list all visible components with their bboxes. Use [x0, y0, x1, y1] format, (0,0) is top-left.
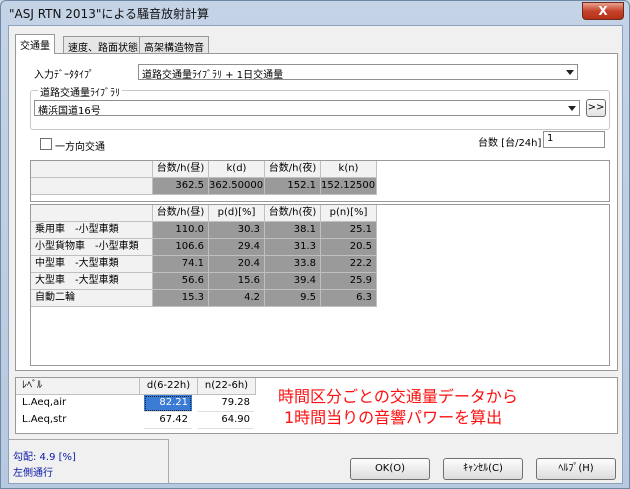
traffic-panel: 入力ﾃﾞｰﾀﾀｲﾌﾟ 道路交通量ﾗｲﾌﾞﾗﾘ + 1日交通量 道路交通量ﾗｲﾌﾞ… — [15, 53, 618, 371]
level-header: n(22-6h) — [198, 378, 256, 395]
ok-button[interactable]: OK(O) — [350, 458, 430, 480]
close-button[interactable]: X — [582, 2, 624, 20]
dialog-window: "ASJ RTN 2013"による騒音放射計算 X 交通量 速度、路面状態 高架… — [0, 0, 630, 489]
input-data-type-label: 入力ﾃﾞｰﾀﾀｲﾌﾟ — [34, 70, 94, 81]
chevron-down-icon — [568, 106, 576, 111]
annotation-line-1: 時間区分ごとの交通量データから — [278, 387, 518, 406]
class-row-label: 乗用車 -小型車類 — [31, 222, 153, 239]
summary-value[interactable]: 362.5 — [153, 178, 209, 195]
class-value[interactable]: 110.0 — [153, 222, 209, 239]
gradient-status: 勾配: 4.9 [%] — [13, 452, 76, 463]
vehicle-count-input[interactable]: 1 — [543, 131, 605, 148]
input-data-type-select[interactable]: 道路交通量ﾗｲﾌﾞﾗﾘ + 1日交通量 — [138, 64, 578, 81]
tab-traffic-volume[interactable]: 交通量 — [15, 34, 55, 54]
level-value[interactable]: 67.42 — [144, 412, 192, 429]
class-value[interactable]: 20.4 — [209, 256, 265, 273]
one-way-label: 一方向交通 — [55, 142, 105, 153]
class-header: 台数/h(昼) — [153, 205, 209, 222]
class-row-label: 自動二輪 — [31, 290, 153, 307]
class-value[interactable]: 25.9 — [321, 273, 377, 290]
class-value[interactable]: 106.6 — [153, 239, 209, 256]
level-row-label: L.Aeq,str — [22, 414, 67, 425]
summary-header: 台数/h(夜) — [265, 161, 321, 178]
tab-elevated-structure-noise[interactable]: 高架構造物音 — [139, 36, 209, 54]
class-value[interactable]: 25.1 — [321, 222, 377, 239]
input-data-type-value: 道路交通量ﾗｲﾌﾞﾗﾘ + 1日交通量 — [142, 70, 284, 81]
summary-value[interactable]: 152.12500 — [321, 178, 377, 195]
summary-value[interactable]: 152.1 — [265, 178, 321, 195]
class-row-label: 大型車 -大型車類 — [31, 273, 153, 290]
class-header: p(n)[%] — [321, 205, 377, 222]
vehicle-class-table: 台数/h(昼) p(d)[%] 台数/h(夜) p(n)[%] 乗用車 -小型車… — [30, 204, 610, 366]
level-row-label: L.Aeq,air — [22, 397, 67, 408]
level-value-selected[interactable]: 82.21 — [144, 395, 192, 412]
class-value[interactable]: 31.3 — [265, 239, 321, 256]
class-value[interactable]: 20.5 — [321, 239, 377, 256]
class-header: 台数/h(夜) — [265, 205, 321, 222]
window-title: "ASJ RTN 2013"による騒音放射計算 — [9, 7, 209, 21]
class-value[interactable]: 6.3 — [321, 290, 377, 307]
title-bar[interactable]: "ASJ RTN 2013"による騒音放射計算 X — [1, 1, 629, 25]
library-value: 横浜国道16号 — [38, 106, 101, 117]
class-value[interactable]: 22.2 — [321, 256, 377, 273]
dialog-client: 交通量 速度、路面状態 高架構造物音 入力ﾃﾞｰﾀﾀｲﾌﾟ 道路交通量ﾗｲﾌﾞﾗ… — [8, 25, 623, 484]
annotation-line-2: 1時間当りの音響パワーを算出 — [284, 408, 503, 427]
summary-value[interactable]: 362.50000 — [209, 178, 265, 195]
class-value[interactable]: 4.2 — [209, 290, 265, 307]
class-value[interactable]: 15.6 — [209, 273, 265, 290]
level-value[interactable]: 64.90 — [198, 412, 254, 429]
library-select[interactable]: 横浜国道16号 — [34, 100, 580, 117]
library-group-label: 道路交通量ﾗｲﾌﾞﾗﾘ — [38, 84, 122, 99]
class-value[interactable]: 38.1 — [265, 222, 321, 239]
level-panel: ﾚﾍﾞﾙ d(6-22h) n(22-6h) L.Aeq,air 82.21 7… — [15, 377, 618, 434]
level-header: d(6-22h) — [140, 378, 198, 395]
one-way-checkbox[interactable] — [40, 138, 52, 150]
summary-header: k(n) — [321, 161, 377, 178]
summary-header: k(d) — [209, 161, 265, 178]
library-expand-button[interactable]: >> — [586, 99, 606, 117]
level-header: ﾚﾍﾞﾙ — [16, 378, 140, 395]
cancel-button[interactable]: ｷｬﾝｾﾙ(C) — [443, 458, 523, 480]
summary-table: 台数/h(昼) k(d) 台数/h(夜) k(n) 362.5 362.5000… — [30, 160, 610, 202]
class-value[interactable]: 30.3 — [209, 222, 265, 239]
class-value[interactable]: 9.5 — [265, 290, 321, 307]
help-button[interactable]: ﾍﾙﾌﾟ(H) — [536, 458, 616, 480]
class-value[interactable]: 15.3 — [153, 290, 209, 307]
class-header: p(d)[%] — [209, 205, 265, 222]
class-value[interactable]: 39.4 — [265, 273, 321, 290]
vehicle-count-label: 台数 [台/24h] — [478, 138, 542, 149]
class-value[interactable]: 29.4 — [209, 239, 265, 256]
level-value[interactable]: 79.28 — [198, 395, 254, 412]
class-value[interactable]: 56.6 — [153, 273, 209, 290]
tab-speed-road-surface[interactable]: 速度、路面状態 — [63, 36, 143, 54]
summary-header: 台数/h(昼) — [153, 161, 209, 178]
driving-side-status: 左側通行 — [13, 468, 53, 479]
class-row-label: 小型貨物車 -小型車類 — [31, 239, 153, 256]
status-area: 勾配: 4.9 [%] 左側通行 — [9, 439, 169, 483]
class-row-label: 中型車 -大型車類 — [31, 256, 153, 273]
class-value[interactable]: 74.1 — [153, 256, 209, 273]
chevron-down-icon — [566, 70, 574, 75]
class-value[interactable]: 33.8 — [265, 256, 321, 273]
